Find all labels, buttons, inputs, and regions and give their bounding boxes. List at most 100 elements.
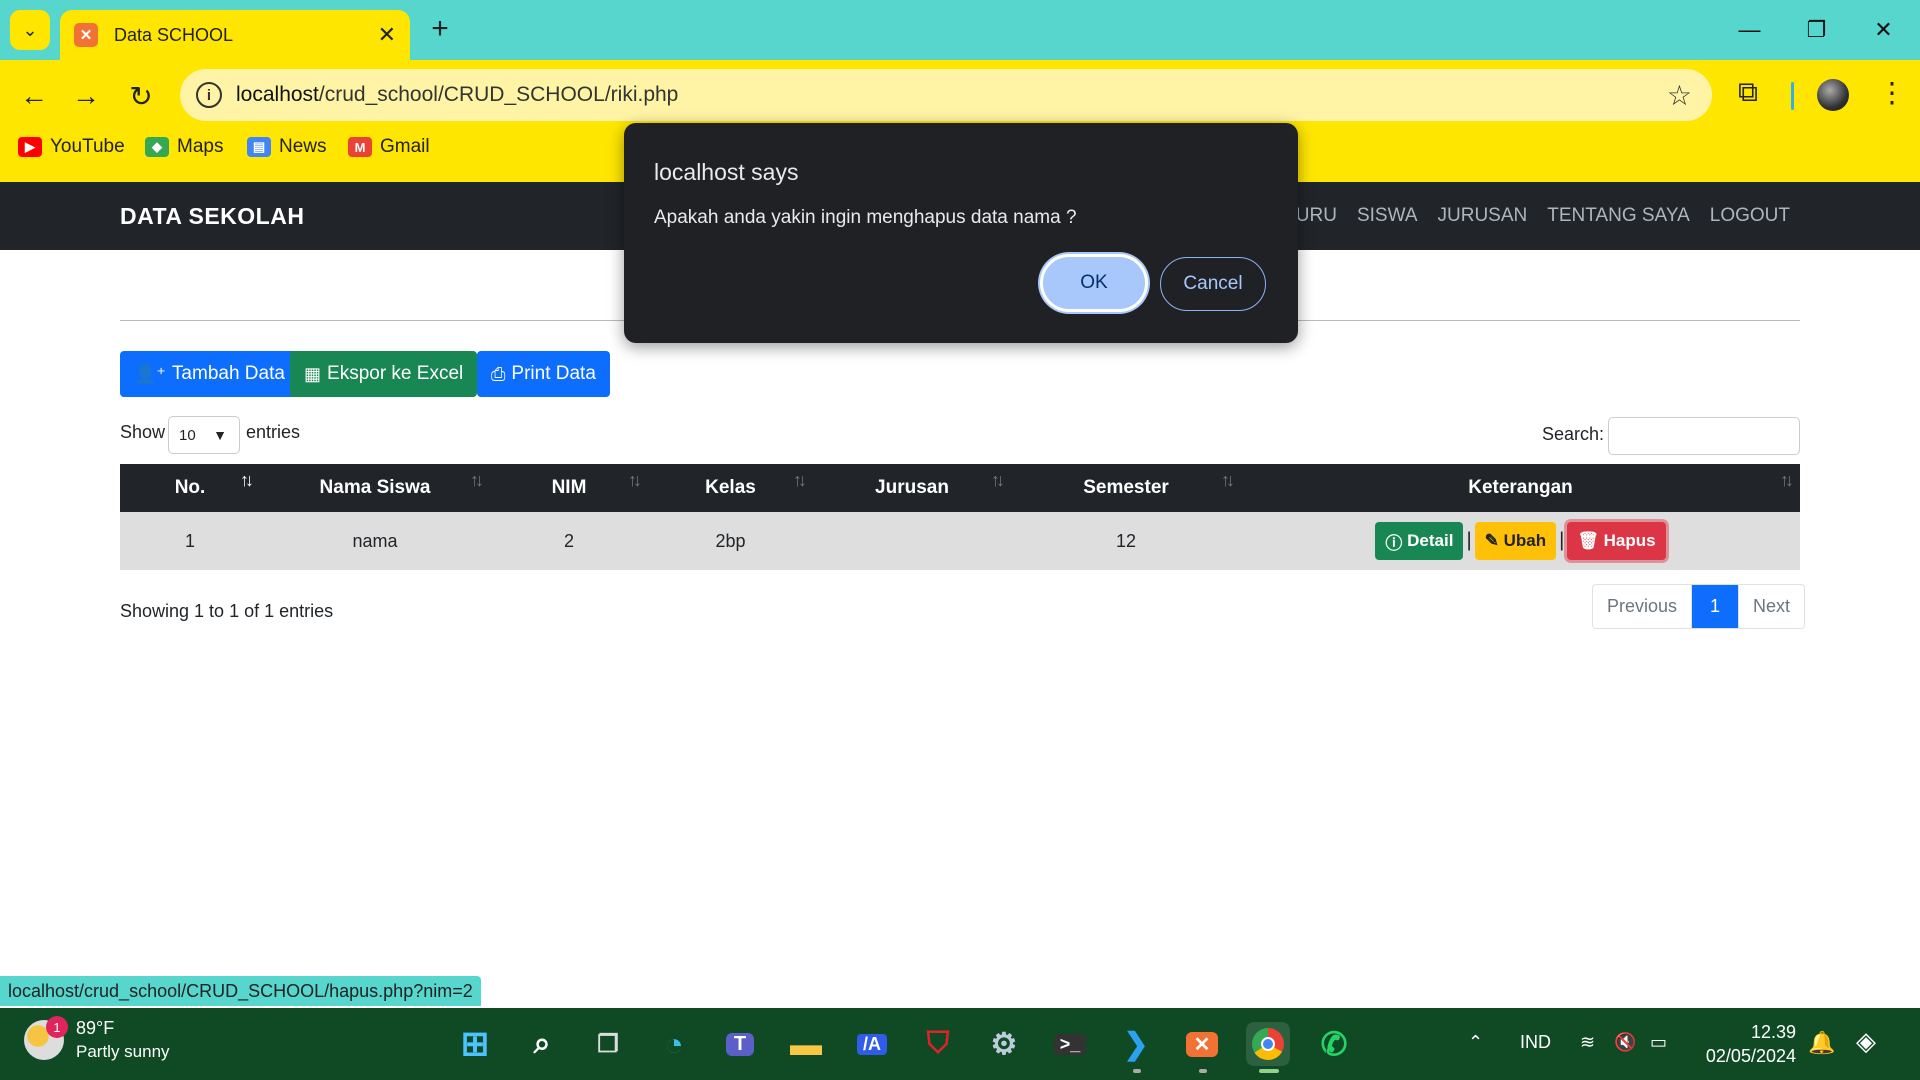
more-menu-icon[interactable]: ⋮ [1878, 76, 1906, 109]
export-excel-button[interactable]: ▦ Ekspor ke Excel [290, 351, 478, 397]
page-size-select[interactable]: 10 ▼ [168, 416, 240, 454]
button-label: Tambah Data [171, 363, 285, 384]
previous-page-button[interactable]: Previous [1593, 585, 1693, 628]
header-label: Keterangan [1468, 477, 1573, 498]
whatsapp-app[interactable]: ✆ [1312, 1022, 1356, 1066]
bookmark-youtube[interactable]: ▶ YouTube [18, 136, 125, 158]
toolbar-separator [1791, 82, 1794, 110]
print-data-button[interactable]: ⎙ Print Data [477, 351, 610, 397]
task-view-button[interactable]: ❐ [586, 1022, 630, 1066]
header-label: No. [174, 477, 206, 498]
edit-button[interactable]: ✎ Ubah [1474, 522, 1557, 560]
column-header-nama-siswa[interactable]: Nama Siswa ↑↓ [260, 464, 490, 512]
battery-icon[interactable]: ▭ [1650, 1032, 1667, 1053]
search-input[interactable] [1608, 417, 1800, 455]
ok-button[interactable]: OK [1040, 254, 1148, 312]
url-host: localhost [236, 83, 319, 106]
button-label: Ekspor ke Excel [327, 363, 464, 384]
detail-button[interactable]: ⓘ Detail [1375, 522, 1464, 560]
bookmark-maps[interactable]: ◆ Maps [145, 136, 223, 158]
site-info-icon[interactable]: i [196, 82, 222, 108]
teams-app[interactable]: T [718, 1022, 762, 1066]
browser-tab[interactable]: ✕ Data SCHOOL ✕ [60, 10, 410, 60]
bookmark-news[interactable]: ▤ News [247, 136, 327, 158]
navbar-brand[interactable]: DATA SEKOLAH [120, 203, 304, 230]
xampp-icon: ✕ [1185, 1031, 1219, 1057]
sort-icon: ↑↓ [1780, 470, 1794, 490]
running-indicator [1199, 1069, 1207, 1073]
column-header-nim[interactable]: NIM ↑↓ [490, 464, 648, 512]
start-button[interactable]: ⊞ [453, 1022, 497, 1066]
terminal-icon: >_ [1053, 1033, 1087, 1055]
entries-label: entries [246, 422, 301, 442]
column-header-semester[interactable]: Semester ↑↓ [1011, 464, 1241, 512]
action-separator: | [1466, 529, 1472, 552]
delete-button[interactable]: 🗑 Hapus [1567, 522, 1666, 560]
profile-avatar[interactable] [1817, 79, 1849, 111]
header-label: Jurusan [875, 477, 949, 498]
column-header-keterangan[interactable]: Keterangan ↑↓ [1241, 464, 1800, 512]
arrow-right-icon: → [72, 80, 100, 111]
bookmark-gmail[interactable]: M Gmail [348, 136, 430, 158]
xampp-app[interactable]: ✕ [1180, 1022, 1224, 1066]
forward-button[interactable]: → [66, 78, 106, 114]
table-info: Showing 1 to 1 of 1 entries [120, 601, 334, 621]
mcafee-app[interactable]: ⛉ [916, 1022, 960, 1066]
ai-icon: /A [857, 1033, 887, 1055]
vscode-app[interactable]: ❯ [1114, 1022, 1158, 1066]
cell-nama: nama [352, 530, 398, 551]
ai-app[interactable]: /A [850, 1022, 894, 1066]
tab-search-button[interactable]: ⌄ [10, 10, 50, 50]
search-taskbar-button[interactable]: ⌕ [520, 1022, 564, 1066]
weather-widget[interactable]: 1 89°F Partly sunny [24, 1016, 170, 1064]
notification-bell-icon[interactable]: 🔔 [1808, 1030, 1835, 1056]
new-tab-button[interactable]: + [422, 12, 458, 46]
back-button[interactable]: ← [14, 78, 54, 114]
show-label: Show [120, 422, 166, 442]
column-header-no[interactable]: No. ↑↓ [120, 464, 260, 512]
wifi-icon[interactable]: ≋ [1580, 1032, 1595, 1053]
url-text: localhost/crud_school/CRUD_SCHOOL/riki.p… [236, 83, 678, 107]
partly-sunny-icon: 1 [24, 1016, 68, 1060]
file-excel-icon: ▦ [304, 363, 322, 384]
nav-link-jurusan[interactable]: JURUSAN [1438, 205, 1528, 227]
add-data-button[interactable]: 👤⁺ Tambah Data [120, 351, 299, 397]
bookmark-label: Gmail [380, 136, 430, 157]
clock-date: 02/05/2024 [1705, 1046, 1796, 1066]
nav-link-logout[interactable]: LOGOUT [1710, 205, 1790, 227]
copilot-icon[interactable]: ◈ [1856, 1026, 1876, 1057]
nav-link-tentang-saya[interactable]: TENTANG SAYA [1547, 205, 1690, 227]
input-language[interactable]: IND [1520, 1032, 1551, 1053]
cancel-button[interactable]: Cancel [1160, 257, 1266, 311]
tray-overflow-icon[interactable]: ⌃ [1468, 1032, 1483, 1053]
user-plus-icon: 👤⁺ [134, 363, 166, 384]
settings-app[interactable]: ⚙ [982, 1022, 1026, 1066]
speaker-muted-icon[interactable]: 🔇 [1614, 1032, 1636, 1053]
reload-button[interactable]: ↻ [121, 78, 161, 114]
button-label: Print Data [511, 363, 596, 384]
minimize-button[interactable]: — [1716, 0, 1783, 60]
dialog-message: Apakah anda yakin ingin menghapus data n… [654, 207, 1077, 228]
close-window-button[interactable]: ✕ [1850, 0, 1917, 60]
tab-close-icon[interactable]: ✕ [378, 22, 396, 48]
sort-icon: ↑↓ [793, 470, 807, 490]
bookmark-label: Maps [177, 136, 224, 157]
sort-icon: ↑↓ [991, 470, 1005, 490]
clock-time: 12.39 [1750, 1022, 1796, 1042]
system-clock[interactable]: 12.39 02/05/2024 [1700, 1020, 1796, 1068]
next-page-button[interactable]: Next [1739, 585, 1804, 628]
chrome-app[interactable] [1246, 1022, 1290, 1066]
nav-link-siswa[interactable]: SISWA [1357, 205, 1418, 227]
extensions-icon[interactable]: ⧉ [1738, 76, 1758, 109]
column-header-jurusan[interactable]: Jurusan ↑↓ [813, 464, 1011, 512]
file-explorer-app[interactable]: ▬ [784, 1022, 828, 1066]
address-bar[interactable]: i localhost/crud_school/CRUD_SCHOOL/riki… [180, 69, 1712, 121]
page-1-button[interactable]: 1 [1692, 585, 1740, 628]
restore-button[interactable]: ❐ [1783, 0, 1850, 60]
bookmark-star-icon[interactable]: ☆ [1667, 79, 1692, 112]
column-header-kelas[interactable]: Kelas ↑↓ [648, 464, 813, 512]
edge-app[interactable]: ◔ [652, 1022, 696, 1066]
cell-semester: 12 [1115, 530, 1137, 551]
notification-badge: 1 [46, 1016, 68, 1038]
terminal-app[interactable]: >_ [1048, 1022, 1092, 1066]
